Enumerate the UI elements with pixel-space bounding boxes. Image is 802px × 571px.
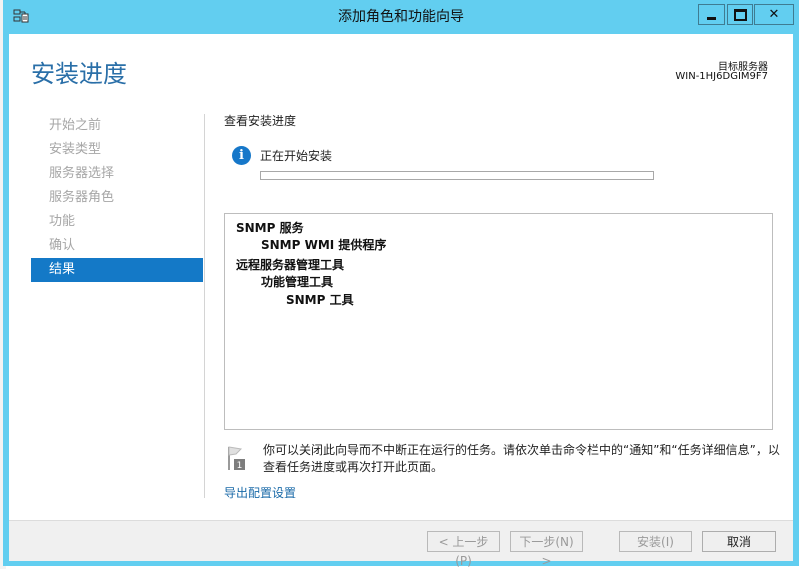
maximize-button[interactable] <box>727 4 753 25</box>
previous-button[interactable]: < 上一步(P) <box>427 531 500 568</box>
minimize-button[interactable] <box>698 4 725 25</box>
next-button[interactable]: 下一步(N) > <box>510 531 583 568</box>
section-label: 查看安装进度 <box>224 114 297 128</box>
minimize-icon <box>707 17 716 20</box>
export-config-link[interactable]: 导出配置设置 <box>224 484 296 501</box>
close-button[interactable]: ✕ <box>754 4 794 25</box>
status-text: 正在开始安装 <box>260 149 333 163</box>
result-item: SNMP WMI 提供程序 <box>261 238 387 252</box>
info-icon: i <box>232 146 251 165</box>
note-text: 你可以关闭此向导而不中断正在运行的任务。请依次单击命令栏中的“通知”和“任务详细… <box>263 443 780 474</box>
cancel-button[interactable]: 取消 <box>702 531 776 552</box>
nav-item-0[interactable]: 开始之前 <box>31 114 203 138</box>
result-item: 功能管理工具 <box>261 275 334 289</box>
close-icon: ✕ <box>768 7 780 22</box>
wizard-client-area: 安装进度 目标服务器 WIN-1HJ6DGIM9F7 开始之前 安装类型 服务器选择… <box>9 34 793 568</box>
title-bar[interactable]: 添加角色和功能向导 ✕ <box>3 0 799 34</box>
nav-item-6[interactable]: 结果 <box>31 258 203 282</box>
wizard-nav: 开始之前 安装类型 服务器选择 服务器角色 功能 确认 结果 <box>31 114 203 282</box>
maximize-icon <box>733 8 747 21</box>
result-item: SNMP 工具 <box>286 293 354 307</box>
flag-number: 1 <box>237 461 243 471</box>
result-item: 远程服务器管理工具 <box>236 258 345 272</box>
nav-item-1[interactable]: 安装类型 <box>31 138 203 162</box>
nav-item-2[interactable]: 服务器选择 <box>31 162 203 186</box>
install-button[interactable]: 安装(I) <box>619 531 692 552</box>
target-server-name: WIN-1HJ6DGIM9F7 <box>675 71 768 82</box>
nav-divider <box>204 114 205 498</box>
nav-item-3[interactable]: 服务器角色 <box>31 186 203 210</box>
wizard-window: 添加角色和功能向导 ✕ 安装进度 目标服务器 WIN-1HJ6DGIM9F7 开… <box>3 0 799 568</box>
nav-item-5[interactable]: 确认 <box>31 234 203 258</box>
nav-item-4[interactable]: 功能 <box>31 210 203 234</box>
notification-flag-icon: 1 <box>228 446 245 471</box>
page-title: 安装进度 <box>31 60 127 88</box>
result-item: SNMP 服务 <box>236 221 304 235</box>
progress-bar <box>260 171 654 180</box>
button-bar: < 上一步(P) 下一步(N) > 安装(I) 取消 <box>9 520 793 568</box>
results-list[interactable]: SNMP 服务 SNMP WMI 提供程序远程服务器管理工具功能管理工具 SNMP … <box>224 213 773 430</box>
window-title: 添加角色和功能向导 <box>338 9 464 25</box>
